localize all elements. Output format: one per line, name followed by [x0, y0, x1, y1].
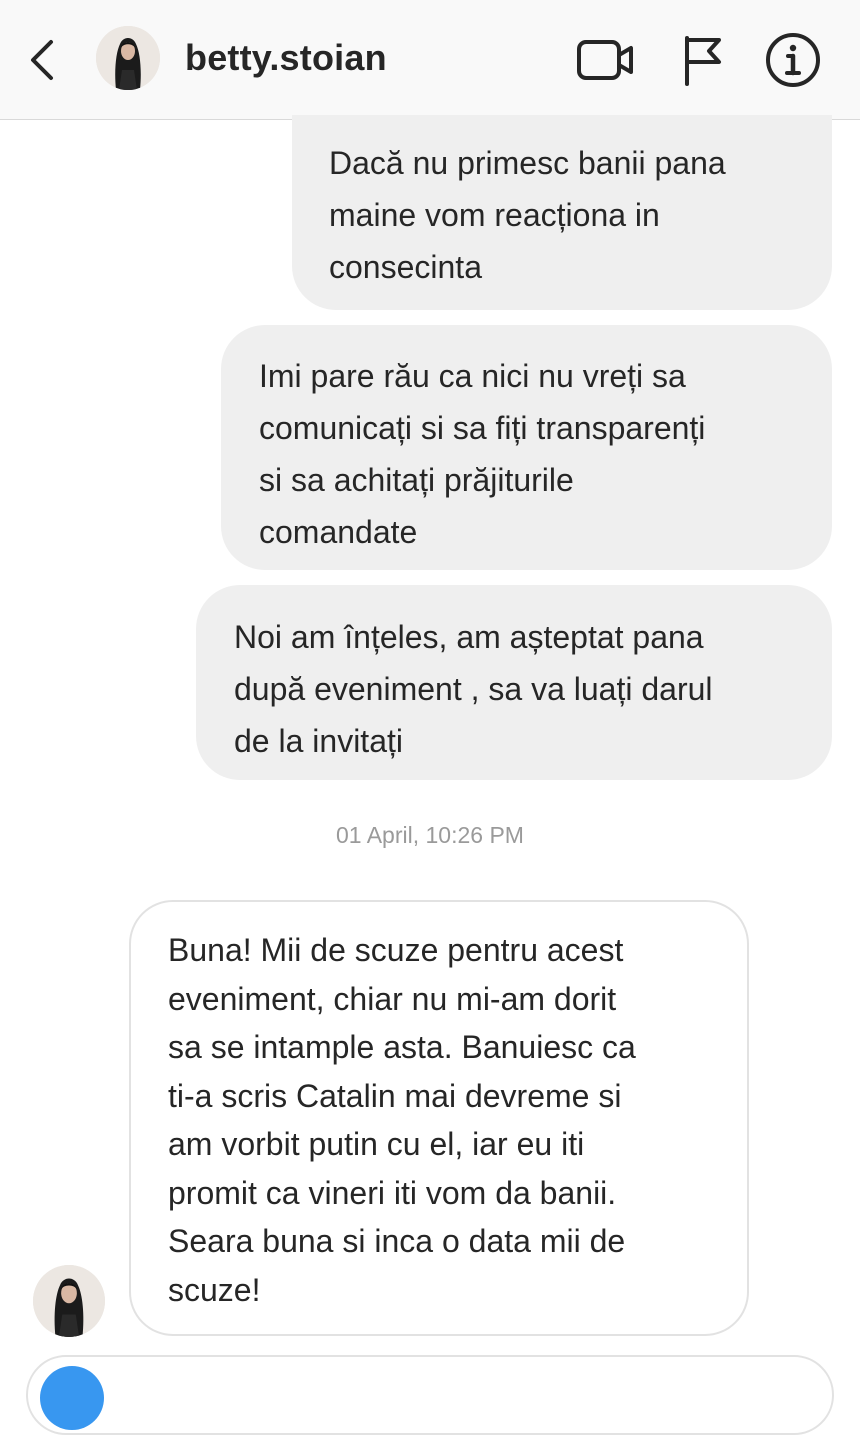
flag-icon: [685, 36, 721, 86]
chevron-left-icon: [31, 40, 53, 80]
video-call-button[interactable]: [575, 30, 635, 90]
camera-button[interactable]: [40, 1366, 104, 1430]
back-button[interactable]: [20, 36, 64, 84]
report-button[interactable]: [672, 30, 732, 90]
info-icon: [766, 33, 820, 87]
message-timestamp: 01 April, 10:26 PM: [336, 822, 524, 848]
sender-avatar[interactable]: [33, 1265, 105, 1337]
info-button[interactable]: [763, 30, 823, 90]
outgoing-message[interactable]: Noi am înțeles, am așteptat pana după ev…: [196, 585, 832, 780]
chat-header: betty.stoian: [0, 0, 860, 120]
message-composer[interactable]: [26, 1355, 834, 1435]
outgoing-message[interactable]: Dacă nu primesc banii pana maine vom rea…: [292, 115, 832, 310]
chat-username[interactable]: betty.stoian: [185, 37, 387, 79]
video-camera-icon: [577, 40, 633, 80]
incoming-message[interactable]: Buna! Mii de scuze pentru acest evenimen…: [129, 900, 749, 1336]
avatar[interactable]: [96, 26, 160, 90]
profile-photo: [33, 1265, 105, 1337]
outgoing-message[interactable]: Imi pare rău ca nici nu vreți sa comunic…: [221, 325, 832, 570]
profile-photo: [96, 26, 160, 90]
